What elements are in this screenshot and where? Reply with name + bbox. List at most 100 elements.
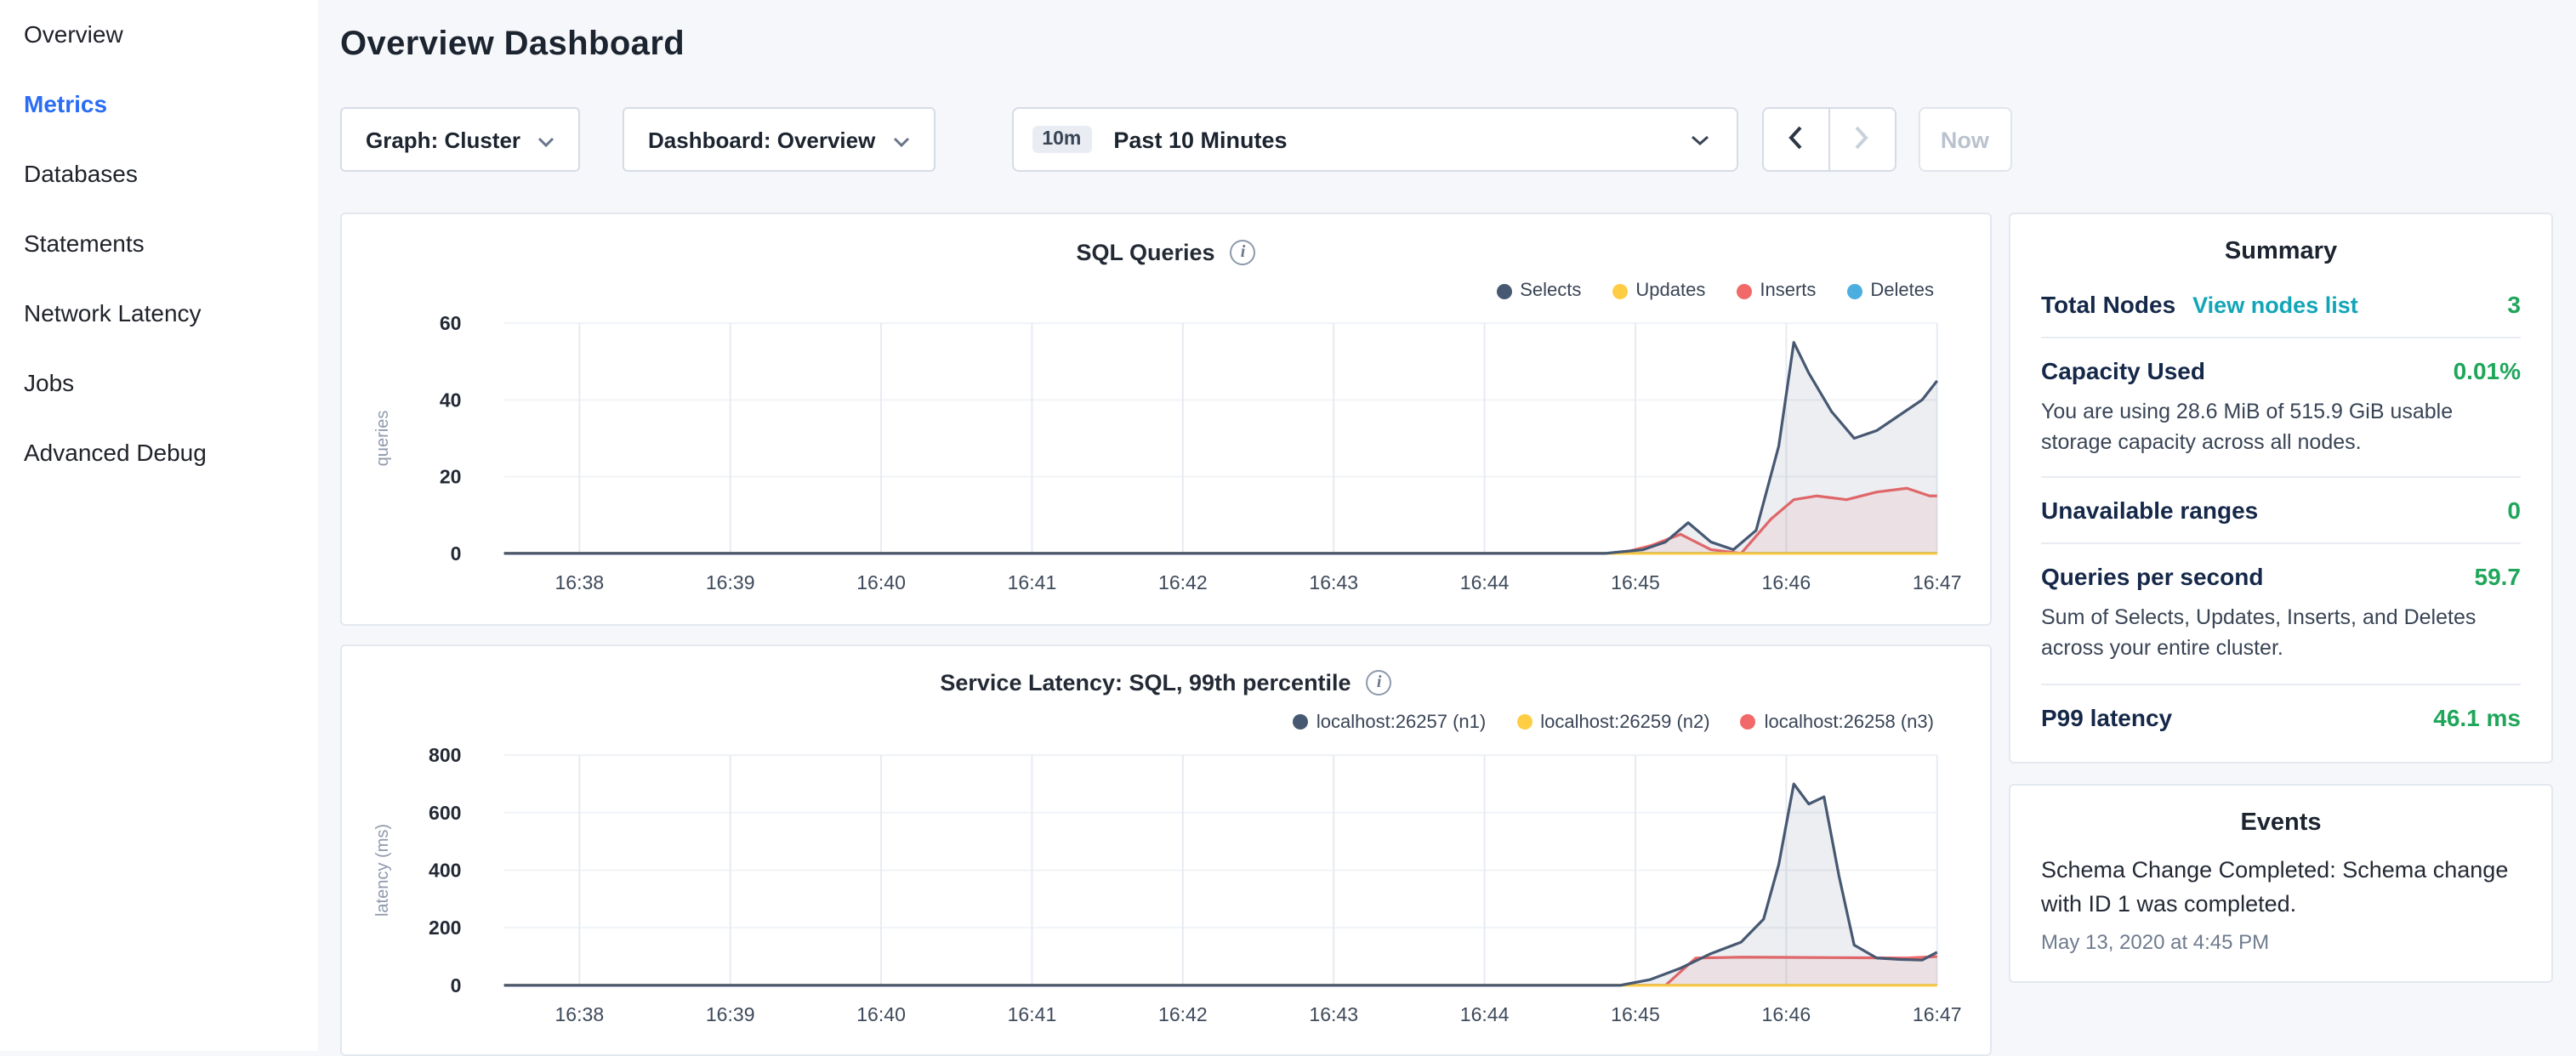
- legend-item[interactable]: Inserts: [1736, 281, 1816, 301]
- summary-row-top: P99 latency46.1 ms: [2041, 703, 2521, 730]
- event-item: Schema Change Completed: Schema change w…: [2041, 853, 2521, 955]
- svg-text:0: 0: [451, 974, 462, 996]
- legend-dot: [1846, 283, 1862, 298]
- svg-text:600: 600: [429, 801, 461, 823]
- summary-row-top: Unavailable ranges 0: [2041, 497, 2521, 525]
- sidebar-item-advanced-debug[interactable]: Advanced Debug: [24, 435, 318, 469]
- app-root: Overview Metrics Databases Statements Networ…: [0, 0, 2576, 1051]
- svg-text:16:45: 16:45: [1611, 571, 1660, 593]
- service-latency-chart-panel: Service Latency: SQL, 99th percentile i …: [340, 644, 1992, 1056]
- chevron-left-icon: [1788, 125, 1803, 154]
- summary-row: Capacity Used0.01% You are using 28.6 MiB…: [2041, 338, 2521, 479]
- summary-row-top: Capacity Used0.01%: [2041, 357, 2521, 384]
- sidebar-nav-list: Overview Metrics Databases Statements Networ…: [0, 0, 318, 469]
- legend-item[interactable]: Updates: [1612, 281, 1705, 301]
- svg-text:16:38: 16:38: [554, 1002, 604, 1025]
- summary-row: P99 latency46.1 ms: [2041, 684, 2521, 734]
- svg-text:16:43: 16:43: [1309, 571, 1358, 593]
- legend-dot: [1612, 283, 1627, 298]
- summary-subtext: You are using 28.6 MiB of 515.9 GiB usab…: [2041, 396, 2521, 458]
- chevron-down-icon: [892, 127, 909, 152]
- sidebar-item-metrics[interactable]: Metrics: [24, 87, 318, 121]
- svg-text:16:47: 16:47: [1913, 571, 1962, 593]
- right-sidebar: Summary Total Nodes View nodes list 3 Capac…: [2009, 213, 2553, 984]
- graph-scope-label: Graph: Cluster: [366, 127, 520, 152]
- time-step-buttons: [1761, 107, 1896, 172]
- sidebar-item-statements[interactable]: Statements: [24, 226, 318, 260]
- chart-title: SQL Queries: [1076, 239, 1214, 264]
- page-title: Overview Dashboard: [340, 26, 2553, 65]
- toolbar: Graph: Cluster Dashboard: Overview 10m P…: [340, 107, 2553, 172]
- summary-value: 3: [2507, 291, 2521, 318]
- summary-label: Unavailable ranges: [2041, 497, 2258, 525]
- svg-text:16:40: 16:40: [856, 1002, 906, 1025]
- legend-dot: [1496, 283, 1511, 298]
- chevron-down-icon: [1690, 124, 1709, 155]
- chart-title: Service Latency: SQL, 99th percentile: [940, 670, 1351, 695]
- svg-text:0: 0: [451, 542, 462, 565]
- legend-item[interactable]: Selects: [1496, 281, 1581, 301]
- time-range-dropdown[interactable]: 10m Past 10 Minutes: [1011, 107, 1737, 172]
- chevron-right-icon: [1854, 125, 1869, 154]
- sidebar-item-databases[interactable]: Databases: [24, 156, 318, 190]
- now-button[interactable]: Now: [1918, 107, 2011, 172]
- summary-value: 0: [2507, 497, 2521, 525]
- svg-text:16:44: 16:44: [1460, 1002, 1510, 1025]
- dashboard-content: SQL Queries i Selects Updates Inserts Delet…: [340, 213, 2553, 1056]
- svg-text:16:47: 16:47: [1913, 1002, 1962, 1025]
- svg-text:60: 60: [440, 312, 462, 334]
- legend-item[interactable]: localhost:26257 (n1): [1293, 712, 1486, 732]
- main-content: Overview Dashboard Graph: Cluster Dashbo…: [318, 0, 2576, 1051]
- sidebar-item-network-latency[interactable]: Network Latency: [24, 296, 318, 330]
- chart-legend: localhost:26257 (n1) localhost:26259 (n2)…: [342, 707, 1990, 737]
- time-back-button[interactable]: [1761, 107, 1829, 172]
- svg-text:16:46: 16:46: [1762, 1002, 1811, 1025]
- info-icon[interactable]: i: [1231, 239, 1256, 264]
- sidebar-item-overview[interactable]: Overview: [24, 17, 318, 51]
- summary-row-top: Total Nodes View nodes list 3: [2041, 291, 2521, 318]
- summary-row: Total Nodes View nodes list 3: [2041, 272, 2521, 338]
- chart-legend: Selects Updates Inserts Deletes: [342, 275, 1990, 306]
- summary-subtext: Sum of Selects, Updates, Inserts, and De…: [2041, 603, 2521, 665]
- view-nodes-link[interactable]: View nodes list: [2192, 292, 2358, 318]
- graph-scope-dropdown[interactable]: Graph: Cluster: [340, 107, 580, 172]
- time-range-label: Past 10 Minutes: [1113, 127, 1287, 152]
- charts-column: SQL Queries i Selects Updates Inserts Delet…: [340, 213, 1992, 1056]
- svg-text:16:38: 16:38: [554, 571, 604, 593]
- summary-title: Summary: [2041, 238, 2521, 265]
- summary-row-top: Queries per second59.7: [2041, 564, 2521, 591]
- svg-text:queries: queries: [373, 411, 392, 467]
- sidebar-item-jobs[interactable]: Jobs: [24, 366, 318, 400]
- events-panel: Events Schema Change Completed: Schema c…: [2009, 783, 2553, 984]
- summary-panel: Summary Total Nodes View nodes list 3 Capac…: [2009, 213, 2553, 763]
- dashboard-label: Dashboard: Overview: [648, 127, 875, 152]
- summary-value: 0.01%: [2454, 357, 2521, 384]
- svg-text:20: 20: [440, 466, 462, 488]
- svg-text:16:39: 16:39: [706, 571, 755, 593]
- svg-text:40: 40: [440, 389, 462, 411]
- svg-text:latency (ms): latency (ms): [373, 823, 392, 916]
- summary-label: P99 latency: [2041, 703, 2172, 730]
- svg-text:16:42: 16:42: [1158, 571, 1208, 593]
- svg-text:16:44: 16:44: [1460, 571, 1510, 593]
- events-title: Events: [2041, 809, 2521, 836]
- summary-label: Total Nodes: [2041, 291, 2175, 318]
- legend-item[interactable]: localhost:26259 (n2): [1516, 712, 1709, 732]
- legend-item[interactable]: Deletes: [1846, 281, 1934, 301]
- summary-row: Unavailable ranges 0: [2041, 479, 2521, 545]
- svg-text:400: 400: [429, 859, 461, 881]
- chart-head: SQL Queries i: [342, 231, 1990, 272]
- service-latency-chart[interactable]: 16:3816:3916:4016:4116:4216:4316:4416:45…: [342, 737, 1990, 1044]
- info-icon[interactable]: i: [1367, 670, 1392, 695]
- time-forward-button[interactable]: [1828, 107, 1896, 172]
- svg-text:16:39: 16:39: [706, 1002, 755, 1025]
- chart-head: Service Latency: SQL, 99th percentile i: [342, 662, 1990, 703]
- svg-text:16:46: 16:46: [1762, 571, 1811, 593]
- sql-queries-chart-panel: SQL Queries i Selects Updates Inserts Delet…: [340, 213, 1992, 625]
- chevron-down-icon: [537, 127, 554, 152]
- legend-item[interactable]: localhost:26258 (n3): [1741, 712, 1934, 732]
- sql-queries-chart[interactable]: 16:3816:3916:4016:4116:4216:4316:4416:45…: [342, 306, 1990, 613]
- summary-value: 59.7: [2475, 564, 2522, 591]
- dashboard-dropdown[interactable]: Dashboard: Overview: [623, 107, 935, 172]
- time-range-badge: 10m: [1032, 126, 1091, 153]
